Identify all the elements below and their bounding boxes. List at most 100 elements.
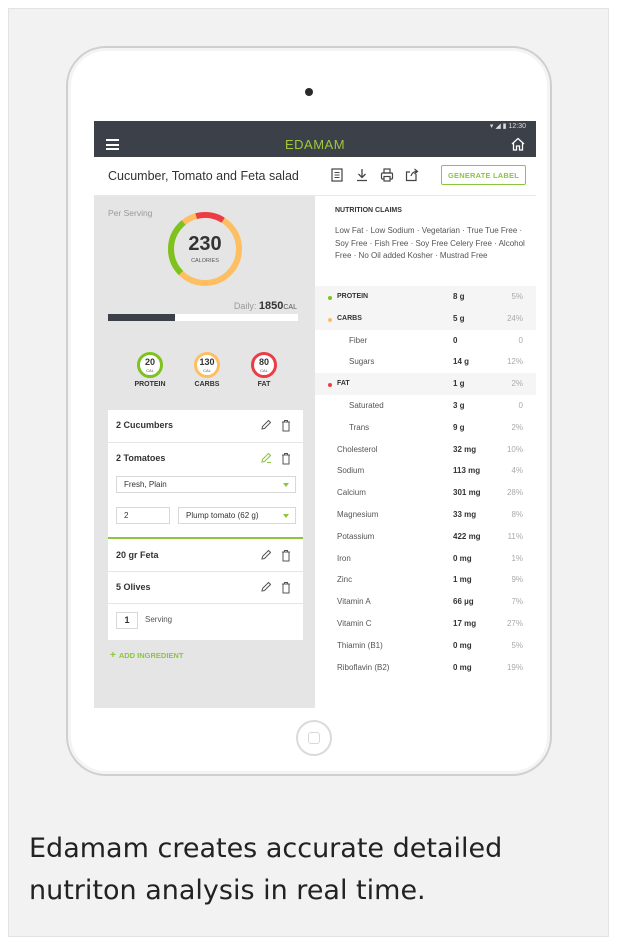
generate-label-button[interactable]: GENERATE LABEL bbox=[441, 165, 526, 185]
home-hardware-button bbox=[296, 720, 332, 756]
macro-dot-icon bbox=[328, 317, 332, 322]
home-icon[interactable] bbox=[510, 136, 526, 152]
status-time: 12:30 bbox=[508, 123, 526, 130]
trash-icon[interactable] bbox=[280, 549, 292, 562]
nutrient-daily-percent: 24% bbox=[506, 313, 523, 323]
pencil-icon[interactable] bbox=[260, 419, 272, 431]
nutrient-name: Calcium bbox=[337, 488, 366, 498]
nutrient-daily-percent: 19% bbox=[506, 662, 523, 672]
nutrient-name: Iron bbox=[337, 553, 351, 563]
claims-title: NUTRITION CLAIMS bbox=[335, 207, 402, 214]
ingredient-row: 2 Cucumbers bbox=[108, 410, 303, 442]
claims-text: Low Fat · Low Sodium · Vegetarian · True… bbox=[335, 226, 525, 260]
nutrient-value: 0 mg bbox=[453, 553, 472, 563]
nutrient-daily-percent: 5% bbox=[511, 640, 523, 650]
macro-fat: 80 CAL FAT bbox=[246, 352, 282, 388]
share-icon[interactable] bbox=[404, 167, 420, 183]
pencil-icon[interactable] bbox=[260, 549, 272, 561]
nutrient-row: Riboflavin (B2) 0 mg 19% bbox=[315, 657, 536, 679]
trash-icon[interactable] bbox=[280, 581, 292, 594]
per-serving-label: Per Serving bbox=[108, 208, 153, 218]
chevron-down-icon bbox=[283, 483, 289, 487]
nutrient-name: Sodium bbox=[337, 466, 365, 476]
ingredient-row: 20 gr Feta bbox=[108, 540, 303, 572]
nutrient-row: Iron 0 mg 1% bbox=[315, 548, 536, 570]
nutrient-row: Fiber 0 0 bbox=[315, 330, 536, 352]
nutrient-daily-percent: 0 bbox=[518, 401, 523, 410]
nutrient-row: Zinc 1 mg 9% bbox=[315, 569, 536, 591]
pencil-icon[interactable] bbox=[260, 581, 272, 593]
ingredient-row: 5 Olives bbox=[108, 572, 303, 604]
quantity-input[interactable]: 2 bbox=[116, 507, 170, 524]
camera-dot bbox=[305, 88, 313, 96]
calories-label: CALORIES bbox=[191, 258, 219, 264]
nutrient-value: 113 mg bbox=[453, 466, 481, 476]
ingredient-label: 2 Tomatoes bbox=[116, 453, 166, 463]
battery-icon: ▮ bbox=[502, 123, 507, 130]
nutrient-name: Vitamin A bbox=[337, 597, 371, 607]
preparation-value: Fresh, Plain bbox=[124, 480, 167, 489]
nutrient-daily-percent: 9% bbox=[511, 575, 523, 585]
trash-icon[interactable] bbox=[280, 419, 292, 432]
active-divider bbox=[108, 537, 303, 539]
list-icon[interactable] bbox=[329, 167, 345, 183]
app-title: EDAMAM bbox=[284, 137, 346, 152]
nutrient-row: Vitamin A 66 µg 7% bbox=[315, 591, 536, 613]
macro-dot-icon bbox=[328, 296, 332, 300]
caption: Edamam creates accurate detailed nutrito… bbox=[29, 833, 503, 906]
recipe-summary-panel: Per Serving 230 CALORIES Daily: 1850CAL … bbox=[94, 196, 315, 708]
macro-name: CARBS bbox=[194, 381, 220, 388]
daily-unit: CAL bbox=[283, 304, 297, 311]
nutrient-daily-percent: 1% bbox=[511, 553, 523, 563]
ingredient-label: 5 Olives bbox=[116, 582, 151, 592]
nutrient-daily-percent: 5% bbox=[511, 292, 523, 301]
measure-value: Plump tomato (62 g) bbox=[186, 511, 259, 520]
nutrient-daily-percent: 12% bbox=[506, 357, 523, 367]
chevron-down-icon bbox=[283, 514, 289, 518]
signal-icon: ◢ bbox=[495, 123, 501, 130]
recipe-title: Cucumber, Tomato and Feta salad bbox=[108, 169, 299, 183]
nutrient-value: 3 g bbox=[453, 401, 465, 410]
nutrient-row: Magnesium 33 mg 8% bbox=[315, 504, 536, 526]
nutrient-name: Thiamin (B1) bbox=[337, 640, 383, 650]
measure-select[interactable]: Plump tomato (62 g) bbox=[178, 507, 296, 524]
nutrient-value: 33 mg bbox=[453, 510, 477, 519]
ingredient-list: 2 Cucumbers 2 Tomatoes Fresh, Plain 2 Pl… bbox=[108, 410, 303, 640]
daily-prefix: Daily: bbox=[233, 301, 259, 311]
macro-name: FAT bbox=[257, 381, 271, 388]
servings-input[interactable]: 1 bbox=[116, 612, 138, 629]
plus-icon: + bbox=[110, 650, 116, 661]
nutrient-daily-percent: 7% bbox=[511, 597, 523, 607]
download-icon[interactable] bbox=[354, 167, 370, 183]
preparation-select[interactable]: Fresh, Plain bbox=[116, 476, 296, 493]
macro-unit: CAL bbox=[260, 368, 268, 373]
nutrient-value: 14 g bbox=[453, 357, 470, 367]
recipe-toolbar: Cucumber, Tomato and Feta salad GENERATE… bbox=[94, 157, 536, 196]
daily-calories: Daily: 1850CAL bbox=[234, 300, 297, 312]
nutrient-daily-percent: 28% bbox=[506, 488, 523, 498]
nutrient-value: 301 mg bbox=[453, 488, 481, 498]
print-icon[interactable] bbox=[379, 167, 395, 183]
nutrient-row: Calcium 301 mg 28% bbox=[315, 482, 536, 504]
nutrient-row: Potassium 422 mg 11% bbox=[315, 526, 536, 548]
daily-progress-bar bbox=[108, 314, 298, 321]
nutrient-row: Thiamin (B1) 0 mg 5% bbox=[315, 635, 536, 657]
add-ingredient-button[interactable]: + ADD INGREDIENT bbox=[110, 650, 183, 661]
nutrient-daily-percent: 8% bbox=[511, 510, 523, 519]
macro-value: 80 bbox=[258, 357, 269, 367]
macro-protein: 20 CAL PROTEIN bbox=[132, 352, 168, 388]
ingredient-label: 2 Cucumbers bbox=[116, 420, 174, 430]
nutrition-facts-panel: NUTRITION CLAIMS Low Fat · Low Sodium · … bbox=[315, 196, 536, 708]
nutrient-row: Sodium 113 mg 4% bbox=[315, 460, 536, 482]
nutrient-value: 0 mg bbox=[453, 662, 472, 672]
trash-icon[interactable] bbox=[280, 452, 292, 465]
pencil-active-icon[interactable] bbox=[260, 452, 272, 464]
nutrient-value: 0 bbox=[453, 335, 458, 345]
nutrient-value: 66 µg bbox=[453, 597, 474, 607]
calorie-summary: Per Serving 230 CALORIES Daily: 1850CAL … bbox=[94, 196, 315, 408]
nutrient-row: Cholesterol 32 mg 10% bbox=[315, 439, 536, 461]
nutrient-value: 17 mg bbox=[453, 619, 477, 628]
nutrient-name: Vitamin C bbox=[337, 619, 372, 628]
nutrient-name: Potassium bbox=[337, 531, 375, 541]
nutrient-value: 1 mg bbox=[453, 575, 472, 585]
